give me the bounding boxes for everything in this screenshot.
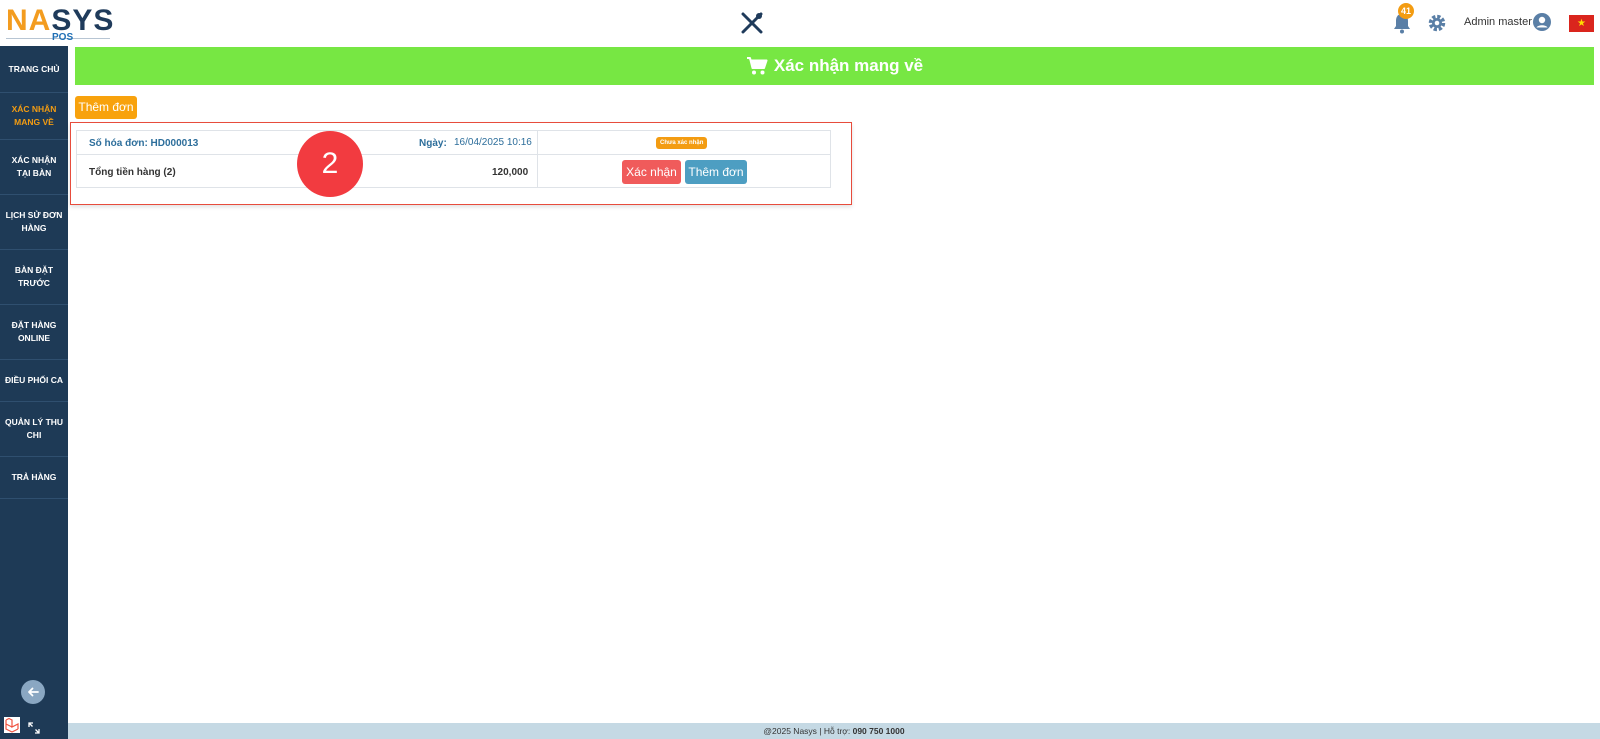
top-header: NASYS POS 41 Admin master ★ bbox=[0, 0, 1600, 46]
sidebar-item-xac-nhan-mang-ve[interactable]: XÁC NHẬN MANG VỀ bbox=[0, 93, 68, 140]
order-table: Số hóa đơn: HD000013 Ngày: 16/04/2025 10… bbox=[76, 130, 831, 188]
sidebar-item-dieu-phoi-ca[interactable]: ĐIỀU PHỐI CA bbox=[0, 360, 68, 402]
restaurant-utensils-icon[interactable] bbox=[740, 11, 764, 35]
date-value: 16/04/2025 10:16 bbox=[454, 137, 532, 148]
sidebar-item-xac-nhan-tai-ban[interactable]: XÁC NHẬN TẠI BÀN bbox=[0, 140, 68, 195]
status-badge: Chưa xác nhận bbox=[656, 137, 708, 149]
collapse-sidebar-button[interactable] bbox=[21, 680, 45, 704]
sidebar: TRANG CHỦ XÁC NHẬN MANG VỀ XÁC NHẬN TẠI … bbox=[0, 46, 68, 739]
add-order-button[interactable]: Thêm đơn bbox=[75, 96, 137, 119]
invoice-number[interactable]: Số hóa đơn: HD000013 bbox=[89, 138, 198, 149]
shopping-cart-icon bbox=[746, 57, 768, 75]
step-marker: 2 bbox=[297, 131, 363, 197]
order-card: Số hóa đơn: HD000013 Ngày: 16/04/2025 10… bbox=[70, 122, 852, 205]
row-divider bbox=[77, 154, 830, 155]
logo-na: NA bbox=[6, 4, 52, 37]
user-name[interactable]: Admin master bbox=[1464, 16, 1532, 28]
add-to-order-button[interactable]: Thêm đơn bbox=[685, 160, 747, 184]
footer: @2025 Nasys | Hỗ trợ: 090 750 1000 bbox=[68, 723, 1600, 739]
sidebar-item-quan-ly-thu-chi[interactable]: QUẢN LÝ THU CHI bbox=[0, 402, 68, 457]
total-value: 120,000 bbox=[492, 167, 529, 178]
footer-copyright: @2025 Nasys | Hỗ trợ: bbox=[763, 726, 851, 736]
sidebar-item-tra-hang[interactable]: TRẢ HÀNG bbox=[0, 457, 68, 499]
arrow-left-icon bbox=[28, 687, 39, 697]
column-divider bbox=[537, 131, 538, 187]
language-flag-vietnam[interactable]: ★ bbox=[1569, 15, 1594, 32]
total-label: Tổng tiền hàng (2) bbox=[89, 167, 176, 178]
page-title-bar: Xác nhận mang về bbox=[75, 47, 1594, 85]
sidebar-item-dat-hang-online[interactable]: ĐẶT HÀNG ONLINE bbox=[0, 305, 68, 360]
user-avatar-icon[interactable] bbox=[1532, 12, 1552, 32]
notification-badge: 41 bbox=[1398, 3, 1414, 19]
laravel-icon bbox=[4, 717, 20, 733]
sidebar-item-trang-chu[interactable]: TRANG CHỦ bbox=[0, 46, 68, 93]
flag-star-icon: ★ bbox=[1577, 18, 1586, 29]
gear-icon[interactable] bbox=[1426, 12, 1448, 34]
confirm-button[interactable]: Xác nhận bbox=[622, 160, 681, 184]
date-label: Ngày: bbox=[419, 138, 447, 149]
fullscreen-icon[interactable] bbox=[28, 722, 40, 734]
sidebar-item-ban-dat-truoc[interactable]: BÀN ĐẶT TRƯỚC bbox=[0, 250, 68, 305]
sidebar-item-lich-su-don-hang[interactable]: LỊCH SỬ ĐƠN HÀNG bbox=[0, 195, 68, 250]
page-title: Xác nhận mang về bbox=[773, 56, 924, 75]
footer-phone: 090 750 1000 bbox=[852, 726, 905, 736]
nasys-logo[interactable]: NASYS POS bbox=[6, 4, 113, 43]
logo-pos: POS bbox=[52, 32, 74, 43]
